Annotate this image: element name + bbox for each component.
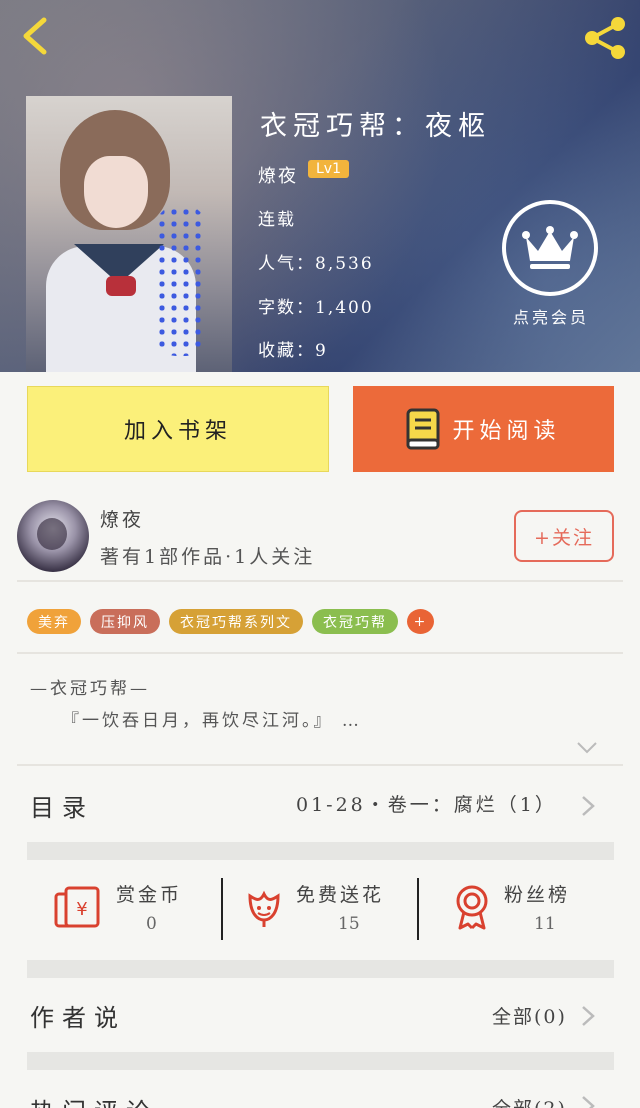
divider [17, 764, 623, 766]
divider [17, 580, 623, 582]
fans-value: 11 [534, 914, 556, 934]
fans-label: 粉丝榜 [504, 884, 571, 906]
author-avatar[interactable] [17, 500, 89, 572]
rosette-icon [456, 885, 488, 930]
vip-button[interactable]: 点亮会员 [502, 200, 600, 330]
reward-label: 赏金币 [116, 884, 183, 906]
chevron-right-icon[interactable] [580, 794, 596, 818]
intro-line-2: 『一饮吞日月，再饮尽江河。』 … [62, 711, 362, 731]
red-envelope-icon: ¥ [54, 886, 100, 928]
reward-value: 0 [146, 914, 157, 934]
add-to-shelf-label: 加入书架 [123, 419, 232, 444]
crown-icon [502, 200, 598, 296]
flower-icon [248, 890, 280, 927]
book-title: 衣冠巧帮：夜柩 [260, 111, 491, 142]
author-row-name[interactable]: 燎夜 [100, 505, 144, 532]
book-cover[interactable] [26, 96, 232, 372]
author-says-all-link[interactable]: 全部(0) [492, 1002, 567, 1029]
tag-item[interactable]: 美弃 [27, 609, 81, 634]
book-icon [406, 408, 440, 450]
back-icon[interactable] [18, 14, 58, 58]
tag-item[interactable]: 压抑风 [90, 609, 160, 634]
fan-ranking-button[interactable]: 粉丝榜 11 [452, 880, 602, 940]
hot-comments-all-link[interactable]: 全部(2) [492, 1094, 567, 1108]
svg-text:¥: ¥ [76, 899, 87, 920]
vip-label: 点亮会员 [512, 308, 589, 327]
add-tag-button[interactable]: + [407, 609, 434, 634]
flower-value: 15 [338, 914, 360, 934]
author-works: 著有1部作品·1人关注 [100, 546, 316, 568]
start-reading-label: 开始阅读 [452, 419, 561, 444]
book-author[interactable]: 燎夜 [258, 162, 298, 188]
stat-divider [221, 878, 223, 940]
level-badge: Lv1 [308, 160, 349, 178]
section-gap [27, 842, 614, 860]
section-gap [27, 1052, 614, 1070]
tag-item[interactable]: 衣冠巧帮 [312, 609, 398, 634]
add-to-shelf-button[interactable]: 加入书架 [27, 386, 329, 472]
stat-divider [417, 878, 419, 940]
popularity: 人气：8,536 [258, 254, 374, 274]
follow-button[interactable]: +关注 [514, 510, 614, 562]
favorites-count: 收藏：9 [258, 341, 328, 361]
word-count: 字数：1,400 [258, 298, 374, 318]
hot-comments-label[interactable]: 热门评论 [30, 1092, 158, 1108]
share-icon[interactable] [580, 16, 630, 60]
catalog-latest-chapter[interactable]: 01-28・卷一：腐烂（1） [296, 790, 557, 817]
book-header: 衣冠巧帮：夜柩 燎夜 Lv1 连载 人气：8,536 字数：1,400 收藏：9… [0, 0, 640, 372]
serial-status: 连载 [258, 210, 296, 230]
author-says-label[interactable]: 作者说 [30, 998, 126, 1033]
chevron-right-icon[interactable] [580, 1004, 596, 1028]
flower-label: 免费送花 [296, 884, 385, 906]
chevron-down-icon[interactable] [576, 740, 598, 756]
tag-item[interactable]: 衣冠巧帮系列文 [169, 609, 303, 634]
tag-list: 美弃 压抑风 衣冠巧帮系列文 衣冠巧帮 + [27, 609, 434, 634]
divider [17, 652, 623, 654]
chevron-right-icon[interactable] [580, 1094, 596, 1108]
catalog-label[interactable]: 目录 [30, 788, 94, 823]
reward-coins-button[interactable]: ¥ 赏金币 0 [54, 880, 204, 940]
intro-line-1: —衣冠巧帮— [30, 679, 150, 699]
section-gap [27, 960, 614, 978]
start-reading-button[interactable]: 开始阅读 [353, 386, 614, 472]
free-flower-button[interactable]: 免费送花 15 [244, 880, 414, 940]
